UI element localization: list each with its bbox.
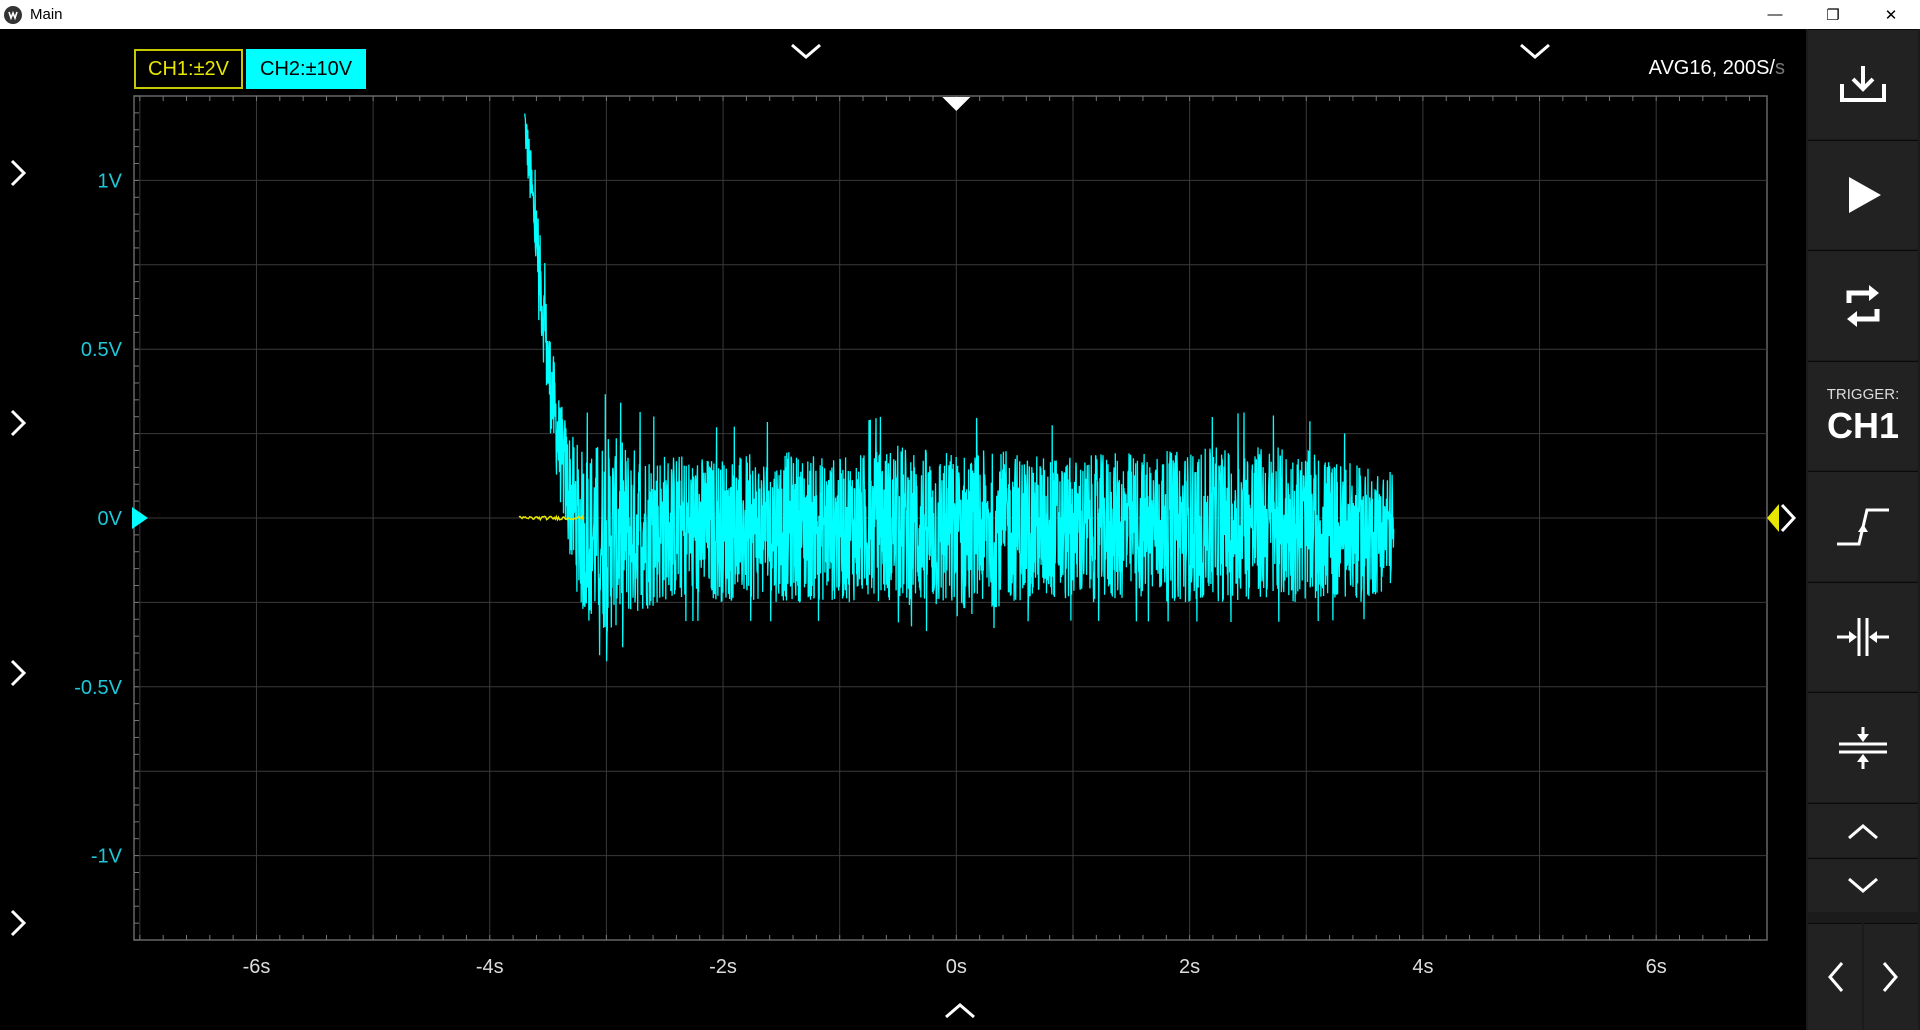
chevron-up-icon[interactable]	[940, 995, 980, 1025]
scroll-left-button[interactable]	[1808, 923, 1862, 1030]
trigger-edge-button[interactable]	[1808, 471, 1918, 581]
window-title: Main	[30, 6, 63, 23]
y-tick-label: 0V	[98, 508, 123, 530]
rising-edge-icon	[1837, 508, 1889, 545]
save-button[interactable]	[1808, 29, 1918, 139]
trigger-position-marker	[942, 97, 971, 111]
y-tick-label: 1V	[98, 170, 123, 192]
trigger-channel: CH1	[1826, 404, 1900, 446]
right-toolbar: TRIGGER: CH1	[1806, 29, 1920, 1030]
horizontal-zoom-button[interactable]	[1808, 582, 1918, 691]
scope-main: CH1:±2V CH2:±10V AVG16, 200S/s 1V 0.5V 0V -…	[0, 29, 1920, 1030]
trigger-source-button[interactable]: TRIGGER: CH1	[1808, 361, 1918, 470]
x-tick-label: 2s	[1179, 956, 1200, 978]
chevron-right-icon	[1780, 503, 1797, 533]
window-titlebar: Main — ❐ ✕	[0, 0, 1920, 29]
x-tick-label: 6s	[1646, 956, 1667, 978]
x-tick-label: 4s	[1412, 956, 1433, 978]
repeat-icon	[1846, 284, 1880, 327]
restore-button[interactable]: ❐	[1804, 0, 1862, 29]
horizontal-compress-icon	[1837, 618, 1889, 656]
chevron-up-icon	[1848, 823, 1878, 839]
y-tick-label: -0.5V	[74, 677, 122, 699]
chevron-right-icon	[1882, 962, 1898, 992]
minimize-button[interactable]: —	[1746, 0, 1804, 29]
y-tick-label: -1V	[91, 846, 123, 868]
play-icon	[1849, 177, 1881, 213]
scroll-down-button[interactable]	[1808, 858, 1918, 912]
chevron-left-icon	[1828, 962, 1844, 992]
repeat-mode-button[interactable]	[1808, 250, 1918, 360]
vertical-zoom-button[interactable]	[1808, 692, 1918, 802]
y-tick-label: 0.5V	[81, 339, 123, 361]
scroll-right-button[interactable]	[1864, 923, 1918, 1030]
run-button[interactable]	[1808, 140, 1918, 249]
x-tick-label: -2s	[709, 956, 737, 978]
x-axis-labels: -6s -4s -2s 0s 2s 4s 6s	[243, 956, 1667, 978]
download-icon	[1840, 65, 1886, 102]
app-logo-icon	[4, 5, 22, 24]
x-tick-label: -6s	[243, 956, 271, 978]
ch2-trace	[524, 113, 1395, 662]
chevron-down-icon	[1848, 877, 1878, 893]
scroll-up-button[interactable]	[1808, 803, 1918, 857]
trigger-level-marker	[1767, 504, 1779, 532]
y-axis-labels: 1V 0.5V 0V -0.5V -1V	[74, 170, 122, 867]
vertical-compress-icon	[1839, 726, 1887, 769]
close-button[interactable]: ✕	[1862, 0, 1920, 29]
x-tick-label: -4s	[476, 956, 504, 978]
oscilloscope-plot[interactable]: 1V 0.5V 0V -0.5V -1V -6s -4s -2s 0s 2s 4s 6s	[0, 29, 1806, 1030]
plot-markers	[132, 97, 1797, 533]
x-tick-label: 0s	[946, 956, 967, 978]
trigger-label: TRIGGER:	[1826, 385, 1900, 403]
